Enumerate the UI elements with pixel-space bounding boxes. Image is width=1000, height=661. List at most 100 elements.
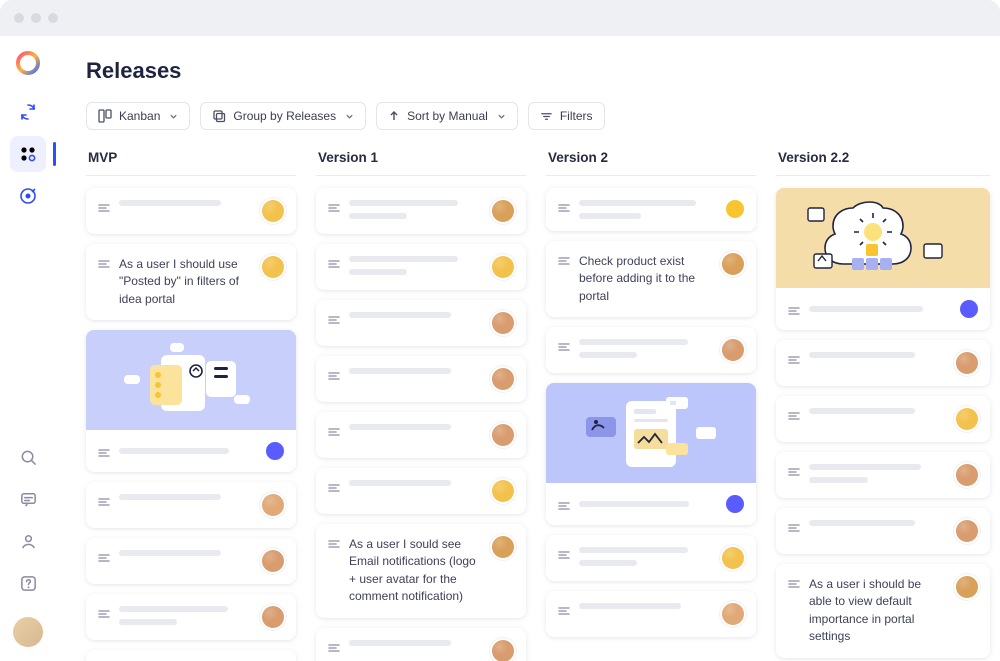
kanban-card[interactable]: Check product exist before adding it to …	[546, 241, 756, 317]
kanban-card[interactable]	[86, 482, 296, 528]
kanban-card[interactable]	[86, 188, 296, 234]
sort-by-select[interactable]: Sort by Manual	[376, 102, 518, 130]
assignee-avatar	[956, 464, 978, 486]
drag-handle-icon	[98, 609, 110, 619]
assignee-avatar	[262, 494, 284, 516]
card-illustration	[546, 383, 756, 483]
user-icon	[19, 532, 38, 551]
drag-handle-icon	[558, 550, 570, 560]
assignee-avatar	[722, 547, 744, 569]
nav-target-icon[interactable]	[10, 178, 46, 214]
drag-handle-icon	[98, 553, 110, 563]
kanban-card[interactable]	[86, 330, 296, 472]
nav-search-icon[interactable]	[10, 439, 46, 475]
drag-handle-icon	[558, 342, 570, 352]
card-placeholder	[579, 339, 707, 358]
drag-handle-icon	[788, 355, 800, 365]
kanban-card[interactable]	[546, 591, 756, 637]
column-title: MVP	[86, 148, 296, 176]
kanban-card[interactable]	[86, 594, 296, 640]
kanban-card[interactable]	[776, 396, 990, 442]
assignee-avatar	[262, 200, 284, 222]
card-placeholder	[119, 494, 247, 500]
modules-icon	[18, 144, 38, 164]
kanban-card[interactable]	[316, 300, 526, 346]
kanban-card[interactable]	[546, 327, 756, 373]
kanban-card[interactable]: As a user I should use "Posted by" in fi…	[86, 244, 296, 320]
card-placeholder	[579, 603, 707, 609]
search-icon	[19, 448, 38, 467]
kanban-card[interactable]: As a user I sould see Email notification…	[316, 524, 526, 618]
kanban-card[interactable]	[776, 452, 990, 498]
card-placeholder	[349, 200, 477, 219]
card-placeholder	[349, 480, 477, 486]
assignee-avatar	[492, 200, 514, 222]
nav-help-icon[interactable]	[10, 565, 46, 601]
kanban-card[interactable]: As a user i should be able to view defau…	[776, 564, 990, 658]
window-dot	[31, 13, 41, 23]
kanban-card[interactable]	[316, 468, 526, 514]
assignee-avatar	[262, 256, 284, 278]
kanban-card[interactable]	[546, 535, 756, 581]
drag-handle-icon	[98, 497, 110, 507]
drag-handle-icon	[328, 259, 340, 269]
nav-refresh-icon[interactable]	[10, 94, 46, 130]
kanban-card[interactable]	[546, 188, 756, 231]
filters-button[interactable]: Filters	[528, 102, 605, 130]
nav-modules-icon[interactable]	[10, 136, 46, 172]
kanban-card[interactable]	[776, 508, 990, 554]
nav-comment-icon[interactable]	[10, 481, 46, 517]
target-icon	[18, 186, 38, 206]
stack-icon	[212, 109, 226, 123]
kanban-column: MVP As a user I should use "Posted by" i…	[86, 148, 296, 661]
current-user-avatar[interactable]	[13, 617, 43, 647]
drag-handle-icon	[328, 483, 340, 493]
kanban-card[interactable]	[86, 650, 296, 661]
card-placeholder	[809, 520, 941, 526]
kanban-board: MVP As a user I should use "Posted by" i…	[86, 148, 976, 661]
card-placeholder	[349, 312, 477, 318]
refresh-icon	[18, 102, 38, 122]
group-by-select[interactable]: Group by Releases	[200, 102, 366, 130]
card-title: As a user i should be able to view defau…	[809, 576, 941, 646]
kanban-column: Version 1 As a user I sould see Email no…	[316, 148, 526, 661]
assignee-avatar	[956, 352, 978, 374]
card-placeholder	[119, 550, 247, 556]
assignee-avatar	[722, 339, 744, 361]
kanban-card[interactable]	[316, 412, 526, 458]
drag-handle-icon	[788, 579, 800, 589]
kanban-card[interactable]	[316, 188, 526, 234]
card-placeholder	[809, 352, 941, 358]
assignee-avatar	[956, 408, 978, 430]
drag-handle-icon	[788, 411, 800, 421]
sidebar	[0, 36, 56, 661]
assignee-avatar	[722, 253, 744, 275]
kanban-card[interactable]	[776, 188, 990, 330]
kanban-card[interactable]	[86, 538, 296, 584]
drag-handle-icon	[558, 203, 570, 213]
assignee-avatar	[492, 424, 514, 446]
assignee-avatar	[956, 576, 978, 598]
kanban-icon	[98, 109, 112, 123]
kanban-card[interactable]	[546, 383, 756, 525]
drag-handle-icon	[558, 256, 570, 266]
kanban-card[interactable]	[316, 244, 526, 290]
card-placeholder	[119, 606, 247, 625]
assignee-avatar	[956, 520, 978, 542]
nav-user-icon[interactable]	[10, 523, 46, 559]
window-dot	[48, 13, 58, 23]
status-dot	[726, 200, 744, 218]
drag-handle-icon	[98, 203, 110, 213]
drag-handle-icon	[328, 539, 340, 549]
card-title: Check product exist before adding it to …	[579, 253, 707, 305]
kanban-card[interactable]	[316, 628, 526, 661]
drag-handle-icon	[558, 501, 570, 511]
chevron-down-icon	[169, 112, 178, 121]
kanban-card[interactable]	[776, 340, 990, 386]
kanban-card[interactable]	[316, 356, 526, 402]
drag-handle-icon	[328, 427, 340, 437]
view-select[interactable]: Kanban	[86, 102, 190, 130]
window-dot	[14, 13, 24, 23]
column-title: Version 1	[316, 148, 526, 176]
drag-handle-icon	[788, 523, 800, 533]
